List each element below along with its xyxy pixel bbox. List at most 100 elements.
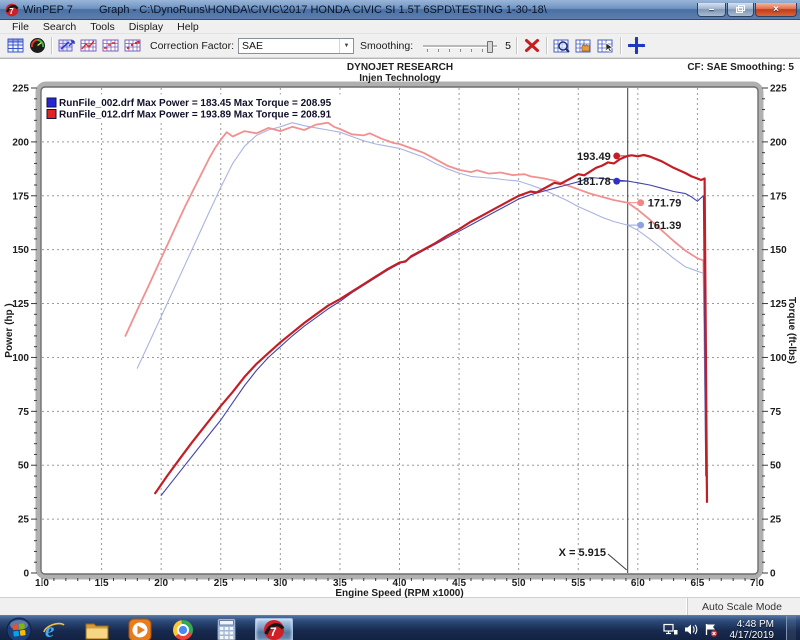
- callout-value: 181.78: [577, 176, 611, 188]
- calculator-icon: [217, 618, 236, 640]
- minimize-button[interactable]: –: [697, 3, 726, 17]
- delete-run-icon: [524, 38, 540, 53]
- svg-text:1.0: 1.0: [35, 578, 49, 589]
- legend: RunFile_002.drf Max Power = 183.45 Max T…: [45, 95, 367, 121]
- dropdown-caret-icon[interactable]: ▼: [339, 39, 353, 53]
- callout-value: 171.79: [648, 198, 682, 210]
- menu-file[interactable]: File: [5, 21, 36, 33]
- cursor-x-label: X = 5.915: [559, 547, 606, 559]
- smoothing-value: 5: [505, 40, 511, 52]
- dyno-gauge-button[interactable]: [26, 36, 48, 55]
- window-title: Graph - C:\DynoRuns\HONDA\CIVIC\2017 HON…: [99, 4, 690, 16]
- x-axis-title: Engine Speed (RPM x1000): [335, 588, 463, 598]
- graph-points-button[interactable]: [122, 36, 144, 55]
- windows-start-icon: [6, 617, 32, 640]
- clock-time: 4:48 PM: [730, 619, 775, 630]
- chart-settings-info: CF: SAE Smoothing: 5: [687, 62, 794, 73]
- show-desktop-button[interactable]: [786, 616, 796, 640]
- curve-runfile-002-power: [161, 178, 706, 496]
- taskbar-internet-explorer[interactable]: e: [40, 618, 68, 640]
- svg-text:175: 175: [12, 191, 29, 202]
- graph-view-button[interactable]: [56, 36, 78, 55]
- callout-value: 193.49: [577, 151, 611, 163]
- svg-text:200: 200: [770, 137, 787, 148]
- toolbar: Correction Factor: SAE ▼ Smoothing: 5: [0, 34, 800, 58]
- svg-text:75: 75: [18, 407, 30, 418]
- toolbar-separator: [546, 37, 548, 54]
- smoothing-slider[interactable]: [421, 38, 499, 54]
- svg-text:7: 7: [270, 625, 277, 639]
- menu-search[interactable]: Search: [36, 21, 83, 33]
- clock-date: 4/17/2019: [730, 630, 775, 640]
- pan-graph-icon: [575, 38, 593, 54]
- slider-thumb[interactable]: [487, 41, 493, 53]
- menu-help[interactable]: Help: [170, 21, 206, 33]
- start-button[interactable]: [6, 617, 32, 640]
- svg-text:50: 50: [18, 461, 30, 472]
- delete-run-button[interactable]: [521, 36, 543, 55]
- dyno-graph[interactable]: X = 5.9151.01.52.02.53.03.54.04.55.05.56…: [0, 59, 800, 598]
- callout-dot: [613, 178, 620, 185]
- menu-tools[interactable]: Tools: [83, 21, 122, 33]
- graph-view-icon: [58, 38, 76, 53]
- winpep-window: 7 WinPEP 7 Graph - C:\DynoRuns\HONDA\CIV…: [0, 0, 800, 640]
- svg-text:75: 75: [770, 407, 782, 418]
- volume-icon[interactable]: [684, 623, 698, 636]
- left-axis-title: Power (hp ): [4, 303, 15, 357]
- curve-runfile-012-power: [155, 155, 707, 502]
- svg-text:0: 0: [770, 569, 776, 580]
- system-tray: 4:48 PM 4/17/2019: [657, 616, 800, 640]
- svg-text:200: 200: [12, 137, 29, 148]
- toolbar-separator: [516, 37, 518, 54]
- graph-overlay-icon: [102, 38, 120, 53]
- menu-display[interactable]: Display: [122, 21, 170, 33]
- svg-text:6.0: 6.0: [631, 578, 645, 589]
- select-graph-button[interactable]: [595, 36, 617, 55]
- svg-text:e: e: [45, 618, 54, 640]
- scale-mode-status: Auto Scale Mode: [687, 598, 800, 615]
- zoom-graph-icon: [553, 38, 571, 54]
- svg-text:25: 25: [770, 515, 782, 526]
- correction-factor-select[interactable]: SAE ▼: [238, 38, 354, 54]
- svg-text:2.5: 2.5: [214, 578, 228, 589]
- curve-runfile-012-torque: [125, 123, 707, 498]
- close-button[interactable]: ×: [755, 3, 797, 17]
- title-bar[interactable]: 7 WinPEP 7 Graph - C:\DynoRuns\HONDA\CIV…: [0, 0, 800, 20]
- curves: [125, 123, 707, 502]
- zoom-graph-button[interactable]: [551, 36, 573, 55]
- svg-text:2.0: 2.0: [154, 578, 168, 589]
- taskbar-file-explorer[interactable]: [83, 618, 111, 640]
- svg-text:5.5: 5.5: [571, 578, 585, 589]
- restore-button[interactable]: [727, 3, 754, 17]
- taskbar-clock[interactable]: 4:48 PM 4/17/2019: [724, 619, 781, 640]
- graph-compare-button[interactable]: [78, 36, 100, 55]
- action-center-flag-icon[interactable]: [704, 623, 718, 637]
- correction-factor-value: SAE: [239, 40, 339, 52]
- svg-text:225: 225: [770, 84, 787, 95]
- taskbar-winpep-active[interactable]: 7: [255, 618, 293, 640]
- taskbar-calculator[interactable]: [212, 618, 240, 640]
- media-player-icon: [128, 618, 152, 640]
- app-name: WinPEP 7: [23, 4, 73, 16]
- toolbar-separator: [51, 37, 53, 54]
- runs-table-icon: [7, 38, 24, 53]
- svg-text:175: 175: [770, 191, 787, 202]
- svg-text:0: 0: [23, 569, 29, 580]
- runs-table-button[interactable]: [4, 36, 26, 55]
- taskbar-media-player[interactable]: [126, 618, 154, 640]
- callout-dot: [637, 222, 644, 229]
- select-graph-icon: [597, 38, 615, 54]
- svg-text:3.0: 3.0: [273, 578, 287, 589]
- taskbar: e: [0, 615, 800, 640]
- legend-label: RunFile_002.drf Max Power = 183.45 Max T…: [59, 98, 332, 109]
- crosshair-button[interactable]: [625, 36, 647, 55]
- legend-swatch: [47, 98, 56, 107]
- svg-text:7: 7: [9, 7, 14, 16]
- graph-overlay-button[interactable]: [100, 36, 122, 55]
- internet-explorer-icon: e: [42, 618, 66, 640]
- taskbar-chrome[interactable]: [169, 618, 197, 640]
- network-icon[interactable]: [663, 623, 678, 636]
- chart-grid: [42, 88, 757, 573]
- pan-graph-button[interactable]: [573, 36, 595, 55]
- chart-page: DYNOJET RESEARCH Injen Technology CF: SA…: [0, 58, 800, 597]
